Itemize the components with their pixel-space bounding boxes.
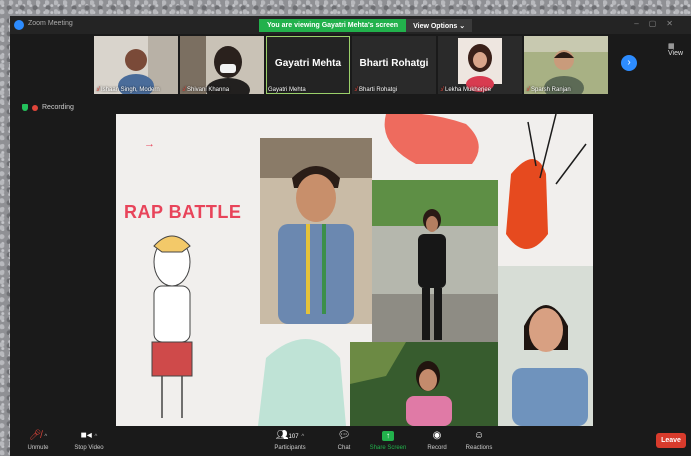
shared-screen-collage xyxy=(151,114,593,426)
arrow-icon: → xyxy=(144,138,155,150)
participant-photo-1 xyxy=(260,138,372,324)
participant-photo-3 xyxy=(498,266,593,426)
mic-muted-icon: 🎤︎̸ ^ xyxy=(28,430,48,441)
view-button[interactable]: ▦ View xyxy=(668,42,691,57)
participants-button[interactable]: 👥︎107 ^ Participants xyxy=(264,429,316,451)
shared-screen-title: RAP BATTLE xyxy=(124,202,242,222)
participant-video xyxy=(94,36,178,94)
participant-tile[interactable]: ♪̸ Lekha Mukherjee xyxy=(438,36,522,94)
screen-share-banner: You are viewing Gayatri Mehta's screen V… xyxy=(259,19,473,32)
participant-video xyxy=(438,36,522,94)
mic-muted-icon: ♪̸ xyxy=(182,87,185,93)
participant-tile[interactable]: Bharti Rohatgi ♪̸ Bharti Rohatgi xyxy=(352,36,436,94)
participant-tile[interactable]: ♪̸ Sparsh Ranjan xyxy=(524,36,608,94)
share-screen-label: Share Screen xyxy=(369,445,407,451)
record-button[interactable]: ◉ Record xyxy=(422,429,452,451)
participant-photo-4 xyxy=(350,342,498,426)
reactions-button[interactable]: ☺ Reactions xyxy=(462,429,496,451)
window-title: Zoom Meeting xyxy=(28,20,73,27)
window-controls[interactable]: –▢✕ xyxy=(634,19,683,28)
encryption-shield-icon xyxy=(22,104,28,111)
share-screen-icon: ↑ xyxy=(366,429,410,443)
mic-muted-icon: ♪̸ xyxy=(96,87,99,93)
shared-screen: → RAP BATTLE xyxy=(116,114,593,426)
video-camera-icon: ■◂ ^ xyxy=(80,430,98,441)
participant-tile[interactable]: ♪̸ Shivani Khanna xyxy=(180,36,264,94)
recording-label: Recording xyxy=(42,104,74,111)
mic-muted-icon: ♪̸ xyxy=(526,87,529,93)
zoom-logo-icon xyxy=(14,20,24,30)
mic-muted-icon: ♪̸ xyxy=(440,87,443,93)
recording-dot-icon xyxy=(32,104,38,111)
recording-indicator: Recording xyxy=(22,104,74,111)
chat-button[interactable]: 💬︎ Chat xyxy=(332,429,356,451)
chat-label: Chat xyxy=(337,445,351,451)
participant-display-name: Gayatri Mehta xyxy=(274,58,342,69)
participant-tile-active-speaker[interactable]: Gayatri Mehta Gayatri Mehta xyxy=(266,36,350,94)
leave-button[interactable]: Leave xyxy=(656,433,686,448)
title-bar: Zoom Meeting You are viewing Gayatri Meh… xyxy=(10,16,691,34)
participants-label: Participants xyxy=(274,445,306,451)
stop-video-button[interactable]: ■◂ ^ Stop Video xyxy=(66,429,112,451)
reactions-icon: ☺ xyxy=(473,430,485,441)
participant-video xyxy=(180,36,264,94)
viewing-screen-text: You are viewing Gayatri Mehta's screen xyxy=(259,19,407,32)
reactions-label: Reactions xyxy=(465,445,493,451)
zoom-window: Zoom Meeting You are viewing Gayatri Meh… xyxy=(10,16,691,456)
view-options-button[interactable]: View Options ⌄ xyxy=(406,19,473,32)
participants-icon: 👥︎ xyxy=(275,430,289,441)
record-icon: ◉ xyxy=(432,430,442,441)
participants-strip: ♪̸ Ishaan Singh, Modern ♪̸ Shivani Khanna … xyxy=(94,36,608,94)
participant-display-name: Bharti Rohatgi xyxy=(359,58,429,69)
rap-character-illustration xyxy=(151,235,193,418)
participant-video xyxy=(524,36,608,94)
next-participants-button[interactable]: › xyxy=(621,55,637,71)
unmute-label: Unmute xyxy=(27,445,49,451)
share-screen-button[interactable]: ↑ Share Screen xyxy=(366,429,410,451)
unmute-button[interactable]: 🎤︎̸ ^ Unmute xyxy=(20,429,56,451)
participants-count: 107 xyxy=(288,434,299,440)
participant-photo-2 xyxy=(372,180,498,342)
meeting-toolbar: 🎤︎̸ ^ Unmute ■◂ ^ Stop Video 👥︎107 ^ Par… xyxy=(10,426,691,456)
stop-video-label: Stop Video xyxy=(74,445,104,451)
chat-bubble-icon: 💬︎ xyxy=(337,430,351,441)
mic-muted-icon: ♪̸ xyxy=(354,87,357,93)
record-label: Record xyxy=(427,445,447,451)
participant-tile[interactable]: ♪̸ Ishaan Singh, Modern xyxy=(94,36,178,94)
